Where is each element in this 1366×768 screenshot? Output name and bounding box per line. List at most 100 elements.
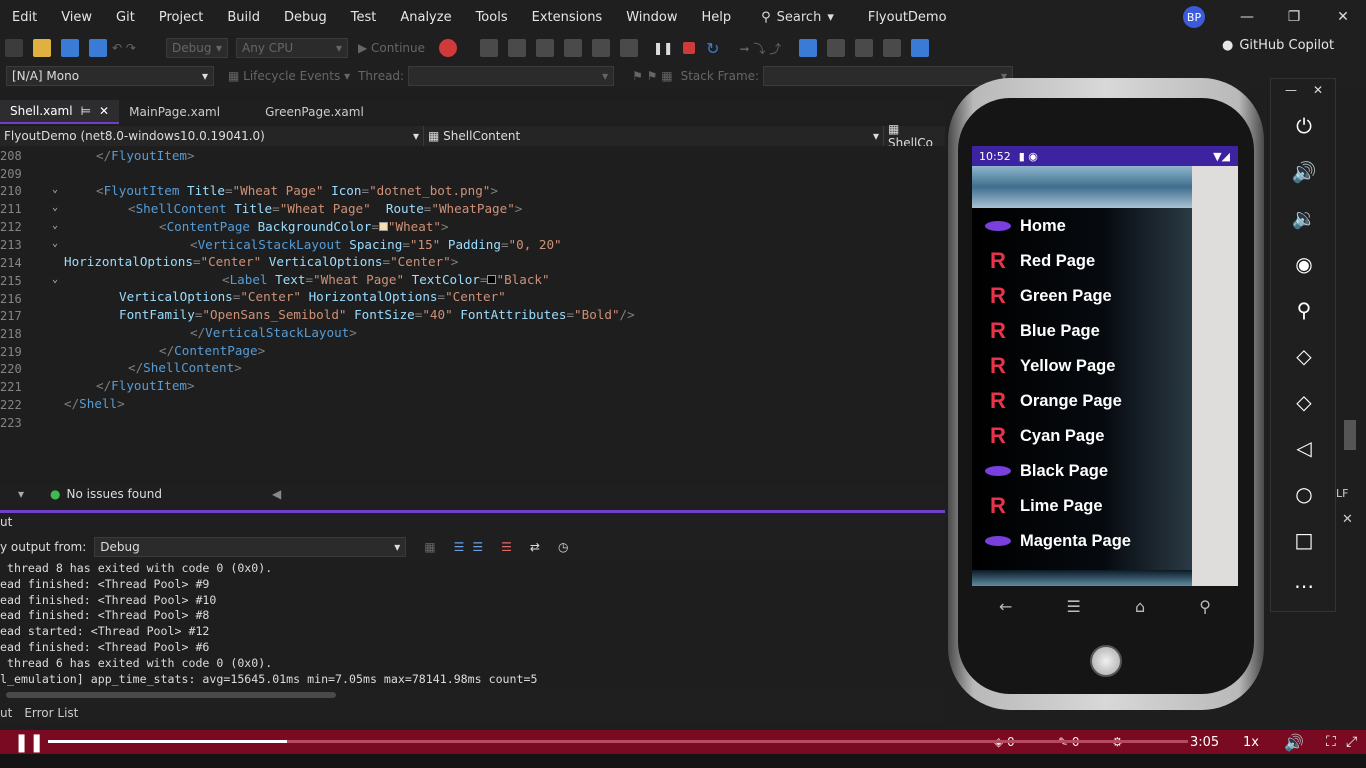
toolbar-icon-i[interactable] <box>855 39 874 57</box>
menu-icon[interactable]: ☰ <box>1067 597 1081 616</box>
flyout-item-green[interactable]: R Green Page <box>972 279 1192 313</box>
tab-output[interactable]: ut <box>0 706 12 720</box>
close-tab-icon[interactable]: ✕ <box>99 104 109 118</box>
lifecycle-events-button[interactable]: ▦ Lifecycle Events ▾ <box>228 69 350 83</box>
minimize-icon[interactable]: — <box>1285 83 1297 97</box>
project-dropdown[interactable]: FlyoutDemo (net8.0-windows10.0.19041.0) ▾ <box>0 126 424 146</box>
tab-mainpage-xaml[interactable]: MainPage.xaml <box>119 100 255 124</box>
wrap-icon[interactable]: ☰ <box>472 540 483 554</box>
toolbar-icon-c[interactable] <box>536 39 555 57</box>
more-icon[interactable]: ⋯ <box>1271 571 1337 601</box>
toolbar-icon-e[interactable] <box>592 39 611 57</box>
fullscreen-icon[interactable]: ⛶ <box>1326 734 1336 750</box>
fold-chevron-icon[interactable]: ⌄ <box>52 274 58 285</box>
flyout-item-magenta[interactable]: Magenta Page <box>972 524 1192 558</box>
volume-icon[interactable]: 🔊 <box>1284 733 1304 752</box>
toggle-icon[interactable]: ⇄ <box>530 540 540 554</box>
phone-home-button[interactable] <box>1090 645 1122 677</box>
camera-icon[interactable]: ◉ <box>1271 249 1337 279</box>
flyout-item-blue[interactable]: R Blue Page <box>972 314 1192 348</box>
overview-icon[interactable]: □ <box>1271 525 1337 555</box>
output-scrollbar[interactable] <box>0 688 945 702</box>
restart-icon[interactable]: ↻ <box>706 39 719 58</box>
new-item-icon[interactable] <box>5 39 23 57</box>
save-icon[interactable] <box>61 39 79 57</box>
search-button[interactable]: ⚲ Search ▾ <box>751 10 844 25</box>
output-text[interactable]: thread 8 has exited with code 0 (0x0). e… <box>0 560 945 686</box>
menu-test[interactable]: Test <box>339 10 389 25</box>
find-icon[interactable]: ▦ <box>424 540 435 554</box>
menu-extensions[interactable]: Extensions <box>520 10 615 25</box>
toolbar-icon-j[interactable] <box>883 39 902 57</box>
flyout-item-black[interactable]: Black Page <box>972 454 1192 488</box>
expand-icon[interactable]: ⤢ <box>1346 734 1357 750</box>
vertical-scroll-thumb[interactable] <box>1344 420 1356 450</box>
step-icons[interactable]: ➞ ⤵ ⤴ <box>740 40 782 57</box>
fold-chevron-icon[interactable]: ⌄ <box>52 238 58 249</box>
undo-redo-icon[interactable]: ↶ ↷ <box>112 41 162 55</box>
member-dropdown[interactable]: ▦ ShellContent ▾ <box>424 126 884 146</box>
tab-error-list[interactable]: Error List <box>24 706 78 720</box>
rotate-right-icon[interactable]: ◇ <box>1271 387 1337 417</box>
pause-icon[interactable]: ❚❚ <box>14 732 44 753</box>
close-window-icon[interactable]: ✕ <box>1332 6 1354 28</box>
menu-view[interactable]: View <box>49 10 104 25</box>
process-dropdown[interactable]: [N/A] Mono ▾ <box>6 66 214 86</box>
fold-chevron-icon[interactable]: ⌄ <box>52 184 58 195</box>
member-dropdown-2[interactable]: ▦ ShellCo <box>884 122 945 150</box>
open-folder-icon[interactable] <box>33 39 51 57</box>
clock-icon[interactable]: ◷ <box>558 540 568 554</box>
flyout-item-cyan[interactable]: R Cyan Page <box>972 419 1192 453</box>
output-source-dropdown[interactable]: Debug ▾ <box>94 537 407 557</box>
tab-greenpage-xaml[interactable]: GreenPage.xaml <box>255 100 374 124</box>
tab-shell-xaml[interactable]: Shell.xaml ⊨ ✕ <box>0 100 120 124</box>
home-circle-icon[interactable]: ○ <box>1271 479 1337 509</box>
flyout-item-home[interactable]: Home <box>972 209 1192 243</box>
pin-icon[interactable]: ⊨ <box>81 104 91 118</box>
save-all-icon[interactable] <box>89 39 107 57</box>
search-icon[interactable]: ⚲ <box>1199 597 1211 616</box>
hot-reload-icon[interactable] <box>439 39 458 57</box>
pause-icon[interactable]: ❚❚ <box>653 41 673 55</box>
menu-analyze[interactable]: Analyze <box>388 10 463 25</box>
toolbar-icon-k[interactable] <box>911 39 930 57</box>
stop-icon[interactable] <box>683 42 696 54</box>
zoom-dropdown[interactable]: ▾ <box>18 487 24 501</box>
menu-window[interactable]: Window <box>614 10 689 25</box>
user-avatar[interactable]: BP <box>1183 6 1205 28</box>
minimize-icon[interactable]: — <box>1236 6 1258 28</box>
menu-edit[interactable]: Edit <box>0 10 49 25</box>
scroll-left-icon[interactable]: ◀ <box>272 487 281 501</box>
toolbar-icon-f[interactable] <box>620 39 639 57</box>
config-dropdown[interactable]: Debug ▾ <box>166 38 228 58</box>
toolbar-icon-a[interactable] <box>480 39 499 57</box>
rotate-left-icon[interactable]: ◇ <box>1271 341 1337 371</box>
flyout-item-red[interactable]: R Red Page <box>972 244 1192 278</box>
platform-dropdown[interactable]: Any CPU ▾ <box>236 38 348 58</box>
toolbar-icon-h[interactable] <box>827 39 846 57</box>
flag-icons[interactable]: ⚑ ⚑ ▦ <box>632 69 672 83</box>
back-arrow-icon[interactable]: ← <box>999 597 1012 616</box>
toolbar-icon-d[interactable] <box>564 39 583 57</box>
menu-git[interactable]: Git <box>104 10 147 25</box>
list-icon[interactable]: ☰ <box>501 540 512 554</box>
menu-debug[interactable]: Debug <box>272 10 339 25</box>
thread-dropdown[interactable]: ▾ <box>408 66 615 86</box>
back-icon[interactable]: ◁ <box>1271 433 1337 463</box>
flyout-item-lime[interactable]: R Lime Page <box>972 489 1192 523</box>
flyout-item-yellow[interactable]: R Yellow Page <box>972 349 1192 383</box>
close-icon[interactable]: ✕ <box>1313 83 1323 97</box>
home-icon[interactable]: ⌂ <box>1135 597 1145 616</box>
stack-frame-dropdown[interactable]: ▾ <box>763 66 1014 86</box>
playback-speed[interactable]: 1x <box>1243 735 1259 750</box>
issues-status[interactable]: No issues found <box>67 487 162 501</box>
toolbar-icon-g[interactable] <box>799 39 818 57</box>
fold-chevron-icon[interactable]: ⌄ <box>52 202 58 213</box>
phone-screen[interactable]: 10:52 ▮ ◉ ▼◢ Home R Red Page R Green Page … <box>972 146 1238 586</box>
menu-tools[interactable]: Tools <box>464 10 520 25</box>
code-editor[interactable]: 208 </FlyoutItem> 209 210 ⌄ <FlyoutItem … <box>0 146 945 484</box>
scroll-thumb[interactable] <box>6 692 336 698</box>
volume-down-icon[interactable]: 🔉 <box>1271 203 1337 233</box>
flyout-item-orange[interactable]: R Orange Page <box>972 384 1192 418</box>
clear-icon[interactable]: ☰ <box>454 540 465 554</box>
